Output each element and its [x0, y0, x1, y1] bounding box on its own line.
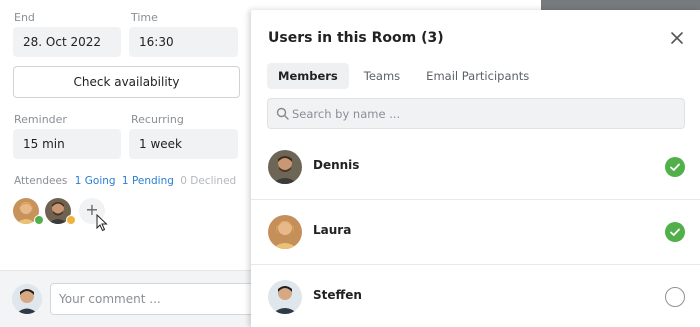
- list-item[interactable]: Laura: [251, 200, 700, 265]
- pending-badge-icon: [66, 215, 76, 225]
- event-form: End 28. Oct 2022 Time 16:30 Check availa…: [0, 0, 260, 327]
- avatar: [268, 215, 302, 249]
- check-icon[interactable]: [665, 157, 685, 177]
- avatar: [268, 280, 302, 314]
- going-link[interactable]: 1 Going: [75, 175, 116, 187]
- recurring-field[interactable]: 1 week: [129, 129, 238, 159]
- declined-link[interactable]: 0 Declined: [180, 175, 236, 187]
- search-icon: [276, 107, 289, 120]
- check-availability-button[interactable]: Check availability: [13, 66, 240, 98]
- attendees-summary: Attendees 1 Going 1 Pending 0 Declined: [14, 175, 236, 187]
- unchecked-circle-icon[interactable]: [665, 287, 685, 307]
- check-icon[interactable]: [665, 222, 685, 242]
- recurring-label: Recurring: [131, 113, 184, 126]
- user-name: Dennis: [313, 158, 360, 172]
- going-badge-icon: [34, 215, 44, 225]
- pending-link[interactable]: 1 Pending: [122, 175, 174, 187]
- time-field[interactable]: 16:30: [129, 27, 238, 57]
- search-box: [267, 98, 685, 129]
- dialog-tabs: Members Teams Email Participants: [267, 63, 544, 89]
- time-label: Time: [131, 11, 158, 24]
- tab-teams[interactable]: Teams: [353, 63, 411, 89]
- mouse-pointer-icon: [96, 214, 108, 232]
- avatar: [268, 150, 302, 184]
- user-name: Steffen: [313, 288, 362, 302]
- list-item[interactable]: Dennis: [251, 135, 700, 200]
- search-input[interactable]: [292, 99, 672, 128]
- current-user-avatar: [12, 284, 42, 314]
- avatar-woman-icon: [268, 215, 302, 249]
- avatar-man-icon: [268, 280, 302, 314]
- avatar-man-icon: [12, 284, 42, 314]
- end-label: End: [14, 11, 35, 24]
- user-name: Laura: [313, 223, 352, 237]
- reminder-field[interactable]: 15 min: [13, 129, 121, 159]
- comment-input[interactable]: Your comment ...: [50, 283, 260, 315]
- comment-bar: Your comment ...: [0, 270, 260, 327]
- avatar-man-icon: [268, 150, 302, 184]
- users-in-room-dialog: Users in this Room (3) Members Teams Ema…: [251, 10, 700, 327]
- tab-members[interactable]: Members: [267, 63, 349, 89]
- close-icon[interactable]: [669, 30, 685, 46]
- dialog-title: Users in this Room (3): [268, 30, 444, 46]
- tab-email-participants[interactable]: Email Participants: [415, 63, 540, 89]
- list-item[interactable]: Steffen: [251, 265, 700, 327]
- reminder-label: Reminder: [14, 113, 67, 126]
- attendees-label: Attendees: [14, 175, 68, 187]
- user-list: Dennis Laura Steffen: [251, 135, 700, 327]
- modal-backdrop: [541, 0, 700, 10]
- end-date-field[interactable]: 28. Oct 2022: [13, 27, 121, 57]
